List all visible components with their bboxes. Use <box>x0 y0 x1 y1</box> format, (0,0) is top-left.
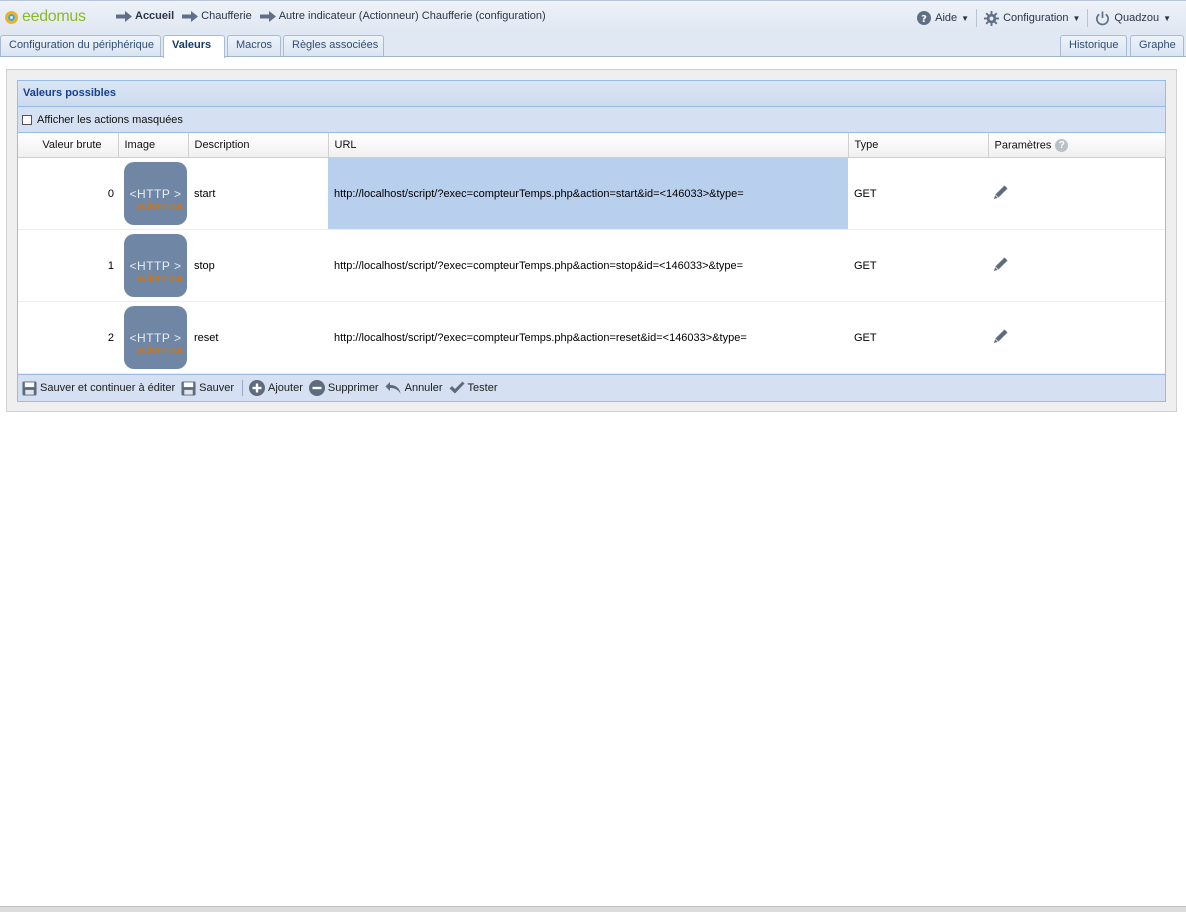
description[interactable]: start <box>188 157 328 230</box>
panel-title: Valeurs possibles <box>18 81 1165 107</box>
arrow-right-icon <box>259 10 276 22</box>
tab-associated-rules[interactable]: Règles associées <box>283 35 384 56</box>
breadcrumb-device[interactable]: Autre indicateur (Actionneur) Chaufferie… <box>279 10 546 22</box>
type[interactable]: GET <box>848 229 988 302</box>
tab-graph[interactable]: Graphe <box>1130 35 1184 56</box>
raw-value[interactable]: 2 <box>18 301 118 374</box>
floppy-disk-icon <box>22 380 37 396</box>
column-raw-value[interactable]: Valeur brute <box>18 133 119 158</box>
delete-button[interactable]: Supprimer <box>308 380 379 396</box>
help-menu[interactable]: ? Aide ▼ <box>910 11 976 25</box>
window-bottom-edge <box>0 906 1186 912</box>
configuration-label: Configuration <box>1003 12 1069 24</box>
configuration-menu[interactable]: Configuration ▼ <box>977 10 1087 26</box>
save-continue-button[interactable]: Sauver et continuer à éditer <box>22 380 176 396</box>
delete-label: Supprimer <box>327 382 379 394</box>
panel-toolbar: Afficher les actions masquées <box>18 107 1165 133</box>
add-button[interactable]: Ajouter <box>249 380 303 396</box>
undo-icon <box>385 382 401 394</box>
http-actuator-image[interactable]: <HTTP > actionneur <box>124 234 187 297</box>
save-label: Sauver <box>199 382 234 394</box>
arrow-right-icon <box>116 10 132 22</box>
bottom-toolbar: Sauver et continuer à éditer Sauver Ajou… <box>18 374 1165 401</box>
help-icon: ? <box>917 11 932 25</box>
test-label: Tester <box>467 382 498 394</box>
raw-value[interactable]: 0 <box>18 157 118 230</box>
description[interactable]: reset <box>188 301 328 374</box>
top-menu: ? Aide ▼ Configuration ▼ Quadzou ▼ <box>910 9 1178 27</box>
help-label: Aide <box>935 12 958 24</box>
parameters-cell[interactable] <box>988 301 1165 374</box>
checkmark-icon <box>449 381 465 394</box>
breadcrumb: Accueil Chaufferie Autre indicateur (Act… <box>116 10 554 22</box>
breadcrumb-home[interactable]: Accueil <box>135 10 174 22</box>
show-hidden-checkbox[interactable] <box>22 114 32 125</box>
image-cell[interactable]: <HTTP > actionneur <box>118 301 188 374</box>
test-button[interactable]: Tester <box>449 381 498 395</box>
caret-down-icon: ▼ <box>961 13 970 23</box>
logo-icon <box>5 10 18 24</box>
save-button[interactable]: Sauver <box>181 380 234 396</box>
description[interactable]: stop <box>188 229 328 302</box>
save-continue-label: Sauver et continuer à éditer <box>40 382 176 394</box>
url[interactable]: http://localhost/script/?exec=compteurTe… <box>328 157 848 230</box>
image-cell[interactable]: <HTTP > actionneur <box>118 157 188 230</box>
tab-device-configuration[interactable]: Configuration du périphérique <box>0 35 161 56</box>
arrow-right-icon <box>182 10 199 22</box>
show-hidden-label[interactable]: Afficher les actions masquées <box>37 114 183 126</box>
tab-values[interactable]: Valeurs <box>163 35 225 58</box>
pencil-icon[interactable] <box>992 255 1010 273</box>
floppy-disk-icon <box>181 380 196 396</box>
tab-history[interactable]: Historique <box>1060 35 1127 56</box>
user-menu[interactable]: Quadzou ▼ <box>1088 10 1178 26</box>
image-cell[interactable]: <HTTP > actionneur <box>118 229 188 302</box>
pencil-icon[interactable] <box>992 327 1010 345</box>
column-type[interactable]: Type <box>848 133 989 158</box>
http-actuator-image[interactable]: <HTTP > actionneur <box>124 162 187 225</box>
cancel-label: Annuler <box>404 382 443 394</box>
user-label: Quadzou <box>1114 12 1160 24</box>
table-row[interactable]: 1 <HTTP > actionneur stop http://localho… <box>18 229 1165 302</box>
raw-value[interactable]: 1 <box>18 229 118 302</box>
column-image[interactable]: Image <box>118 133 189 158</box>
parameters-cell[interactable] <box>988 229 1165 302</box>
plus-circle-icon <box>249 380 265 396</box>
table-header: Valeur brute Image Description URL Type … <box>18 133 1166 158</box>
cancel-button[interactable]: Annuler <box>385 381 443 395</box>
caret-down-icon: ▼ <box>1163 13 1171 23</box>
table-row[interactable]: 2 <HTTP > actionneur reset http://localh… <box>18 301 1165 374</box>
http-actuator-image[interactable]: <HTTP > actionneur <box>124 306 187 369</box>
top-bar: eedomus Accueil Chaufferie Autre indicat… <box>0 0 1186 33</box>
column-url[interactable]: URL <box>328 133 849 158</box>
column-parameters[interactable]: Paramètres? <box>988 133 1166 158</box>
values-table: Valeur brute Image Description URL Type … <box>18 133 1166 374</box>
pencil-icon[interactable] <box>992 183 1010 201</box>
breadcrumb-room[interactable]: Chaufferie <box>201 10 252 22</box>
tab-bar: Configuration du périphérique Valeurs Ma… <box>0 33 1186 58</box>
type[interactable]: GET <box>848 301 988 374</box>
tab-macros[interactable]: Macros <box>227 35 281 56</box>
column-parameters-label: Paramètres <box>994 138 1052 151</box>
add-label: Ajouter <box>268 382 303 394</box>
power-icon <box>1096 10 1110 25</box>
values-panel: Valeurs possibles Afficher les actions m… <box>17 80 1166 402</box>
logo[interactable]: eedomus <box>5 7 86 27</box>
svg-text:?: ? <box>921 14 927 25</box>
table-row[interactable]: 0 <HTTP > actionneur start http://localh… <box>18 157 1165 230</box>
caret-down-icon: ▼ <box>1072 13 1081 23</box>
parameters-cell[interactable] <box>988 157 1165 230</box>
toolbar-separator <box>242 380 243 396</box>
logo-text: eedomus <box>22 8 86 25</box>
help-icon[interactable]: ? <box>1055 138 1069 152</box>
minus-circle-icon <box>308 380 325 396</box>
gear-icon <box>984 10 1000 26</box>
url[interactable]: http://localhost/script/?exec=compteurTe… <box>328 229 848 302</box>
column-description[interactable]: Description <box>188 133 329 158</box>
url[interactable]: http://localhost/script/?exec=compteurTe… <box>328 301 848 374</box>
type[interactable]: GET <box>848 157 988 230</box>
